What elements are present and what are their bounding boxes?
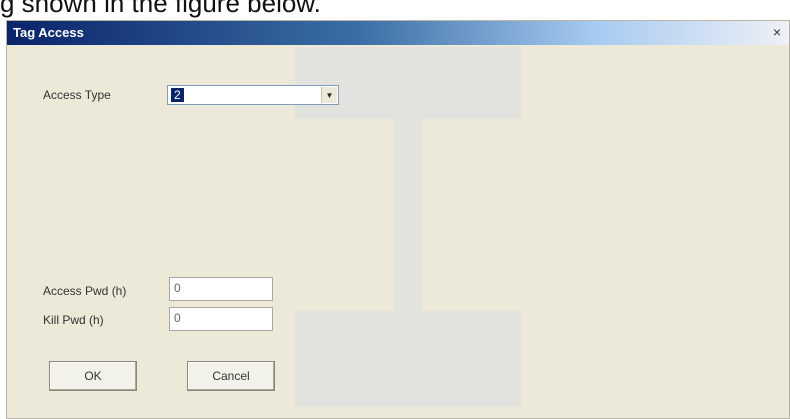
tag-access-dialog: Tag Access × Access Type 2 ▼ Access Pwd … [6, 20, 790, 419]
access-type-value: 2 [171, 88, 184, 102]
kill-pwd-label: Kill Pwd (h) [43, 313, 104, 327]
dialog-title: Tag Access [13, 25, 84, 40]
title-bar[interactable]: Tag Access × [7, 21, 789, 45]
access-pwd-label: Access Pwd (h) [43, 284, 127, 298]
watermark-stem [393, 117, 423, 313]
kill-pwd-field[interactable]: 0 [169, 307, 273, 331]
access-type-select[interactable]: 2 ▼ [167, 85, 339, 105]
chevron-down-icon[interactable]: ▼ [321, 87, 337, 103]
close-icon[interactable]: × [769, 24, 785, 40]
ok-button[interactable]: OK [49, 361, 137, 391]
access-type-label: Access Type [43, 88, 111, 102]
access-pwd-field[interactable]: 0 [169, 277, 273, 301]
watermark-bottom [295, 311, 521, 407]
cancel-button[interactable]: Cancel [187, 361, 275, 391]
caption-text: g shown in the figure below. [0, 0, 321, 18]
watermark-top [295, 47, 521, 119]
